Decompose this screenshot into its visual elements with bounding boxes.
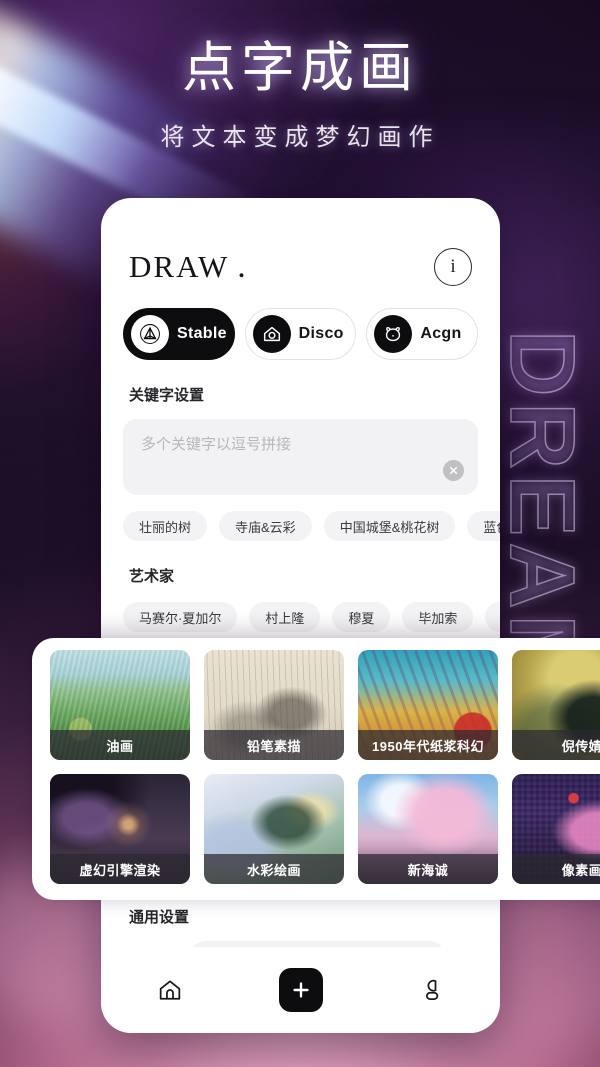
- artists-section-title: 艺术家: [129, 568, 175, 585]
- general-section-title: 通用设置: [129, 909, 190, 926]
- style-card-label: 新海诚: [358, 854, 498, 884]
- artist-chip[interactable]: 梵高: [485, 602, 500, 632]
- style-card[interactable]: 油画: [50, 650, 190, 760]
- clear-circle-icon[interactable]: [443, 460, 464, 481]
- style-card-label: 1950年代纸浆科幻: [358, 730, 498, 760]
- artist-chip[interactable]: 马赛尔·夏加尔: [123, 602, 238, 632]
- style-card[interactable]: 1950年代纸浆科幻: [358, 650, 498, 760]
- tab-acgn-label: Acgn: [420, 325, 462, 342]
- style-card-label: 油画: [50, 730, 190, 760]
- tab-stable[interactable]: Stable: [123, 308, 235, 360]
- style-card-label: 像素画: [512, 854, 600, 884]
- hero-title: 点字成画: [182, 38, 418, 98]
- artist-chip-row[interactable]: 马赛尔·夏加尔 村上隆 穆夏 毕加索 梵高: [101, 586, 500, 632]
- tab-stable-label: Stable: [177, 325, 227, 342]
- app-logo: DRAW .: [129, 248, 248, 285]
- keywords-section-title: 关键字设置: [129, 387, 205, 404]
- artist-chip[interactable]: 村上隆: [249, 602, 321, 632]
- bottom-navigation: [101, 947, 500, 1033]
- keyword-chip-row[interactable]: 壮丽的树 寺庙&云彩 中国城堡&桃花树 蓝色海洋: [101, 495, 500, 541]
- keyword-chip[interactable]: 中国城堡&桃花树: [323, 511, 456, 541]
- keyword-input-placeholder: 多个关键字以逗号拼接: [141, 436, 292, 453]
- info-icon[interactable]: i: [434, 248, 472, 286]
- keyword-chip[interactable]: 壮丽的树: [123, 511, 208, 541]
- style-card[interactable]: 水彩绘画: [204, 774, 344, 884]
- info-icon-label: i: [450, 256, 456, 277]
- app-header: DRAW . i: [101, 198, 500, 286]
- style-card[interactable]: 倪传婧: [512, 650, 600, 760]
- style-card[interactable]: 铅笔素描: [204, 650, 344, 760]
- tab-acgn[interactable]: Acgn: [366, 308, 479, 360]
- promo-screenshot: DREAM 点字成画 将文本变成梦幻画作 DRAW . i Stable Dis…: [0, 0, 600, 1067]
- app-scroll-area[interactable]: DRAW . i Stable Disco Acgn 关键字设置 多个关键字以逗…: [101, 198, 500, 1033]
- tab-disco-label: Disco: [298, 325, 344, 342]
- hero-subtitle: 将文本变成梦幻画作: [160, 124, 440, 151]
- hero-block: 点字成画 将文本变成梦幻画作: [0, 36, 600, 152]
- profile-icon[interactable]: [404, 962, 460, 1018]
- style-card[interactable]: 新海诚: [358, 774, 498, 884]
- style-picker-panel: 油画 铅笔素描 1950年代纸浆科幻 倪传婧 虚幻引擎渲染 水彩绘画 新海诚 像…: [32, 638, 600, 900]
- style-card-label: 铅笔素描: [204, 730, 344, 760]
- style-card[interactable]: 像素画: [512, 774, 600, 884]
- artist-chip[interactable]: 毕加索: [402, 602, 474, 632]
- mode-tabs: Stable Disco Acgn: [101, 286, 500, 360]
- keyword-chip[interactable]: 寺庙&云彩: [219, 511, 312, 541]
- style-card[interactable]: 虚幻引擎渲染: [50, 774, 190, 884]
- add-icon[interactable]: [278, 968, 323, 1012]
- bear-face-icon: [374, 315, 413, 353]
- keyword-input[interactable]: 多个关键字以逗号拼接: [123, 419, 478, 495]
- keyword-chip[interactable]: 蓝色海洋: [467, 511, 500, 541]
- phone-card: DRAW . i Stable Disco Acgn 关键字设置 多个关键字以逗…: [101, 198, 500, 1033]
- style-card-label: 倪传婧: [512, 730, 600, 760]
- app-logo-text: DRAW: [129, 249, 230, 284]
- style-card-label: 虚幻引擎渲染: [50, 854, 190, 884]
- artist-chip[interactable]: 穆夏: [332, 602, 391, 632]
- tab-disco[interactable]: Disco: [244, 308, 357, 360]
- pyramid-icon: [131, 315, 169, 353]
- style-row: 虚幻引擎渲染 水彩绘画 新海诚 像素画: [50, 774, 600, 884]
- style-row: 油画 铅笔素描 1950年代纸浆科幻 倪传婧: [50, 650, 600, 760]
- home-icon[interactable]: [142, 962, 198, 1018]
- house-camera-icon: [252, 315, 291, 353]
- style-card-label: 水彩绘画: [204, 854, 344, 884]
